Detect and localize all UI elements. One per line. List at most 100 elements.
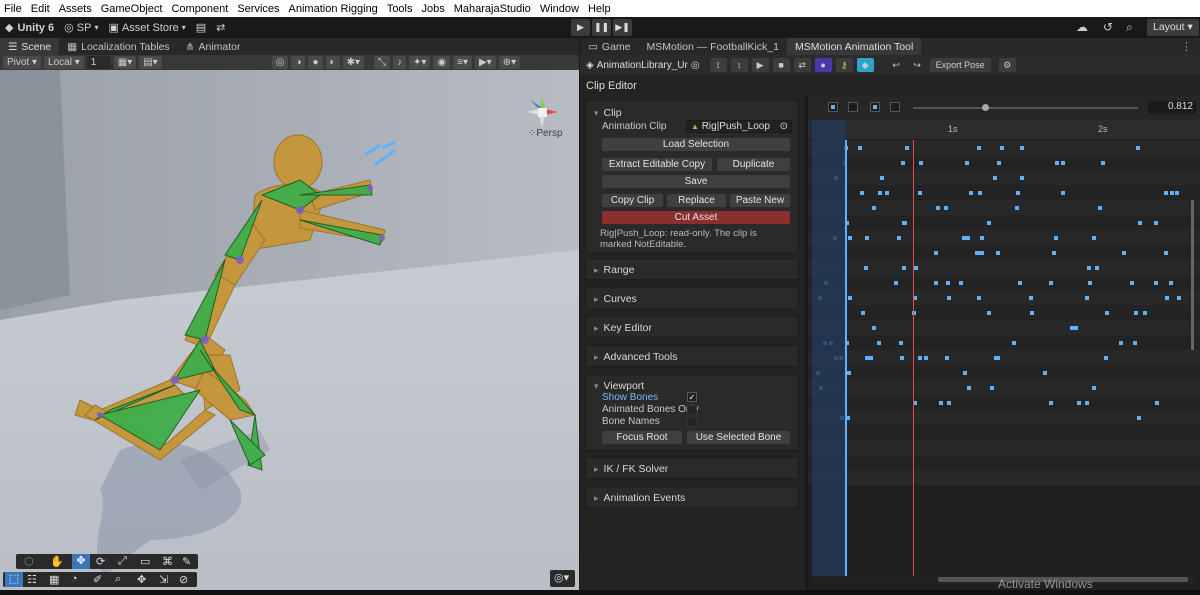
keyframe-marker[interactable] [997, 161, 1001, 165]
stop-icon[interactable]: ■ [772, 58, 790, 72]
sp-dropdown[interactable]: ◎ SP ▾ [59, 19, 103, 36]
keyframe-marker[interactable] [1170, 191, 1174, 195]
keyframe-marker[interactable] [1000, 146, 1004, 150]
keyframe-marker[interactable] [1138, 221, 1142, 225]
keyframe-marker[interactable] [1130, 281, 1134, 285]
paste-new-button[interactable]: Paste New [730, 194, 790, 207]
keyframe-marker[interactable] [1030, 311, 1034, 315]
keyframe-marker[interactable] [945, 356, 949, 360]
show-bones-checkbox[interactable]: ✓ [687, 392, 697, 402]
unity-account-button[interactable]: ◆ Unity 6 [0, 19, 59, 36]
rotate-icon[interactable]: ⟳ [96, 555, 105, 568]
pan-icon[interactable]: ✥ [137, 573, 146, 586]
key-track-row[interactable] [808, 470, 1200, 485]
search-icon[interactable]: ⌕ [1126, 20, 1133, 35]
grid-size-field[interactable]: 1 [86, 56, 111, 69]
key-track-row[interactable] [808, 290, 1200, 305]
menu-window[interactable]: Window [540, 3, 579, 15]
keyframe-marker[interactable] [977, 146, 981, 150]
keyframe-marker[interactable] [858, 146, 862, 150]
keyframe-marker[interactable] [861, 311, 865, 315]
keyframe-marker[interactable] [894, 281, 898, 285]
draw-mode-icon[interactable]: ✱▾ [342, 56, 364, 69]
menu-assets[interactable]: Assets [59, 3, 92, 15]
keyframe-marker[interactable] [1085, 401, 1089, 405]
keyframe-marker[interactable] [865, 236, 869, 240]
range-section[interactable]: Range [585, 258, 799, 280]
layout-dropdown[interactable]: Layout ▾ [1147, 19, 1199, 36]
keyframe-marker[interactable] [1054, 236, 1058, 240]
keyframe-marker[interactable] [1049, 401, 1053, 405]
time-slider[interactable] [913, 107, 1138, 109]
key-track-row[interactable] [808, 155, 1200, 170]
keyframe-marker[interactable] [977, 296, 981, 300]
cube-icon[interactable]: ⬡ [24, 555, 34, 568]
keyframe-marker[interactable] [1088, 281, 1092, 285]
keyframe-marker[interactable] [918, 191, 922, 195]
asset-store-dropdown[interactable]: ▣ Asset Store ▾ [103, 19, 190, 36]
key-track-row[interactable] [808, 185, 1200, 200]
keyframe-marker[interactable] [1087, 266, 1091, 270]
keyframe-marker[interactable] [944, 206, 948, 210]
keyframe-marker[interactable] [993, 176, 997, 180]
keyframe-marker[interactable] [996, 251, 1000, 255]
select-icon[interactable]: ⬚ [5, 572, 23, 587]
grid-snap-icon[interactable]: ▦▾ [113, 56, 137, 69]
brush-icon[interactable]: ✐ [93, 573, 102, 586]
keyframe-marker[interactable] [1020, 146, 1024, 150]
undo-icon[interactable]: ↩ [888, 58, 905, 72]
keyframe-marker[interactable] [947, 401, 951, 405]
key-tracks[interactable] [808, 140, 1200, 580]
keyframe-marker[interactable] [978, 191, 982, 195]
keyframe-marker[interactable] [1165, 296, 1169, 300]
use-selected-bone-button[interactable]: Use Selected Bone [687, 431, 790, 444]
keyframe-marker[interactable] [918, 356, 922, 360]
keyframe-marker[interactable] [1049, 281, 1053, 285]
keyframe-marker[interactable] [1175, 191, 1179, 195]
export-pose-button[interactable]: Export Pose [929, 58, 991, 72]
menu-animation-rigging[interactable]: Animation Rigging [289, 3, 378, 15]
globe-icon[interactable]: ◎ [271, 56, 289, 69]
key-track-row[interactable] [808, 140, 1200, 155]
key-icon[interactable]: ⚷ [835, 58, 853, 72]
key-track-row[interactable] [808, 275, 1200, 290]
redo-icon[interactable]: ↪ [909, 58, 926, 72]
cut-asset-button[interactable]: Cut Asset [602, 211, 790, 224]
keyframe-marker[interactable] [919, 161, 923, 165]
tab-game[interactable]: ▭ Game [580, 38, 639, 55]
keyframe-marker[interactable] [1155, 401, 1159, 405]
keyframe-marker[interactable] [1133, 341, 1137, 345]
advanced-tools-section[interactable]: Advanced Tools [585, 345, 799, 367]
menu-jobs[interactable]: Jobs [422, 3, 445, 15]
keyframe-marker[interactable] [924, 356, 928, 360]
tab-animator[interactable]: ⋔ Animator [178, 38, 249, 55]
time-ruler[interactable]: 1s 2s [808, 120, 1200, 140]
keyframe-marker[interactable] [899, 341, 903, 345]
tab-localization-tables[interactable]: ▦ Localization Tables [59, 38, 177, 55]
menu-services[interactable]: Services [237, 3, 279, 15]
key-track-row[interactable] [808, 305, 1200, 320]
keyframe-marker[interactable] [1092, 386, 1096, 390]
keyframe-marker[interactable] [976, 251, 980, 255]
ik-fk-solver-section[interactable]: IK / FK Solver [585, 457, 799, 479]
bone-tool-icon[interactable]: ⟟ [709, 58, 727, 72]
animation-events-section[interactable]: Animation Events [585, 486, 799, 508]
keyframe-marker[interactable] [947, 296, 951, 300]
cloud-icon[interactable]: ☁ [1076, 20, 1088, 34]
keyframe-marker[interactable] [900, 356, 904, 360]
pause-button[interactable]: ❚❚ [592, 19, 611, 36]
vertical-arrows-icon[interactable]: ↕ [730, 58, 748, 72]
keyframe-marker[interactable] [902, 266, 906, 270]
viewport-title[interactable]: Viewport [594, 380, 645, 392]
keyframe-marker[interactable] [860, 191, 864, 195]
playhead-line[interactable] [913, 140, 914, 576]
keyframe-marker[interactable] [1177, 296, 1181, 300]
keyframe-marker[interactable] [1061, 161, 1065, 165]
pivot-dropdown[interactable]: Pivot ▾ [3, 56, 42, 69]
audio-icon[interactable]: ♪ [392, 56, 406, 69]
range-start-line[interactable] [845, 140, 847, 576]
keyframe-marker[interactable] [905, 146, 909, 150]
key-track-row[interactable] [808, 380, 1200, 395]
key-track-row[interactable] [808, 245, 1200, 260]
keyframe-marker[interactable] [1018, 281, 1022, 285]
